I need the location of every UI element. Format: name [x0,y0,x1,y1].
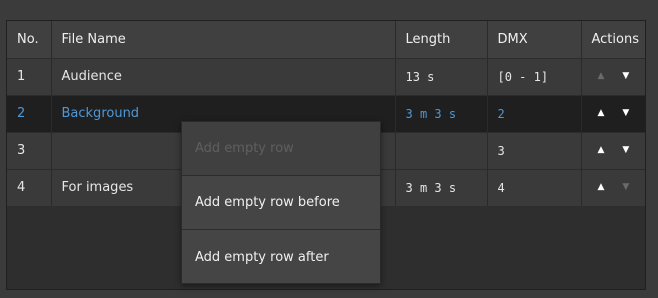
move-down-icon[interactable]: ▼ [622,146,629,155]
move-up-icon[interactable]: ▲ [598,183,605,192]
row-context-menu: Add empty row Add empty row before Add e… [181,121,381,284]
row-dmx[interactable]: [0 - 1] [487,58,582,95]
column-header-length[interactable]: Length [395,21,488,58]
column-header-actions: Actions [581,21,645,58]
menu-item-label: Add empty row before [195,195,340,210]
row-actions: ▲ ▼ [581,95,645,132]
row-length [395,132,488,169]
row-actions: ▲ ▼ [581,58,645,95]
menu-item-label: Add empty row [195,141,294,156]
menu-item-add-empty-row-before[interactable]: Add empty row before [182,176,380,230]
row-file-name[interactable]: Audience [51,58,396,95]
column-header-no[interactable]: No. [7,21,52,58]
row-number: 4 [7,169,52,206]
row-number: 2 [7,95,52,132]
move-down-icon[interactable]: ▼ [622,72,629,81]
table-row[interactable]: 1 Audience 13 s [0 - 1] ▲ ▼ [7,58,645,95]
row-number: 1 [7,58,52,95]
row-actions: ▲ ▼ [581,169,645,206]
row-actions: ▲ ▼ [581,132,645,169]
menu-item-label: Add empty row after [195,249,329,265]
row-length: 13 s [395,58,488,95]
column-header-file-name[interactable]: File Name [51,21,396,58]
move-down-icon[interactable]: ▼ [622,109,629,118]
row-dmx[interactable]: 2 [487,95,582,132]
move-down-icon[interactable]: ▼ [622,183,629,192]
row-dmx[interactable]: 3 [487,132,582,169]
column-header-dmx[interactable]: DMX [487,21,582,58]
table-header-row: No. File Name Length DMX Actions [7,21,645,58]
row-length: 3 m 3 s [395,169,488,206]
menu-item-add-empty-row-after[interactable]: Add empty row after [182,230,380,284]
row-dmx[interactable]: 4 [487,169,582,206]
row-number: 3 [7,132,52,169]
move-up-icon[interactable]: ▲ [598,109,605,118]
move-up-icon[interactable]: ▲ [598,146,605,155]
row-length: 3 m 3 s [395,95,488,132]
menu-item-add-empty-row[interactable]: Add empty row [182,122,380,176]
move-up-icon[interactable]: ▲ [598,72,605,81]
playlist-panel: No. File Name Length DMX Actions 1 Audie… [6,20,646,290]
